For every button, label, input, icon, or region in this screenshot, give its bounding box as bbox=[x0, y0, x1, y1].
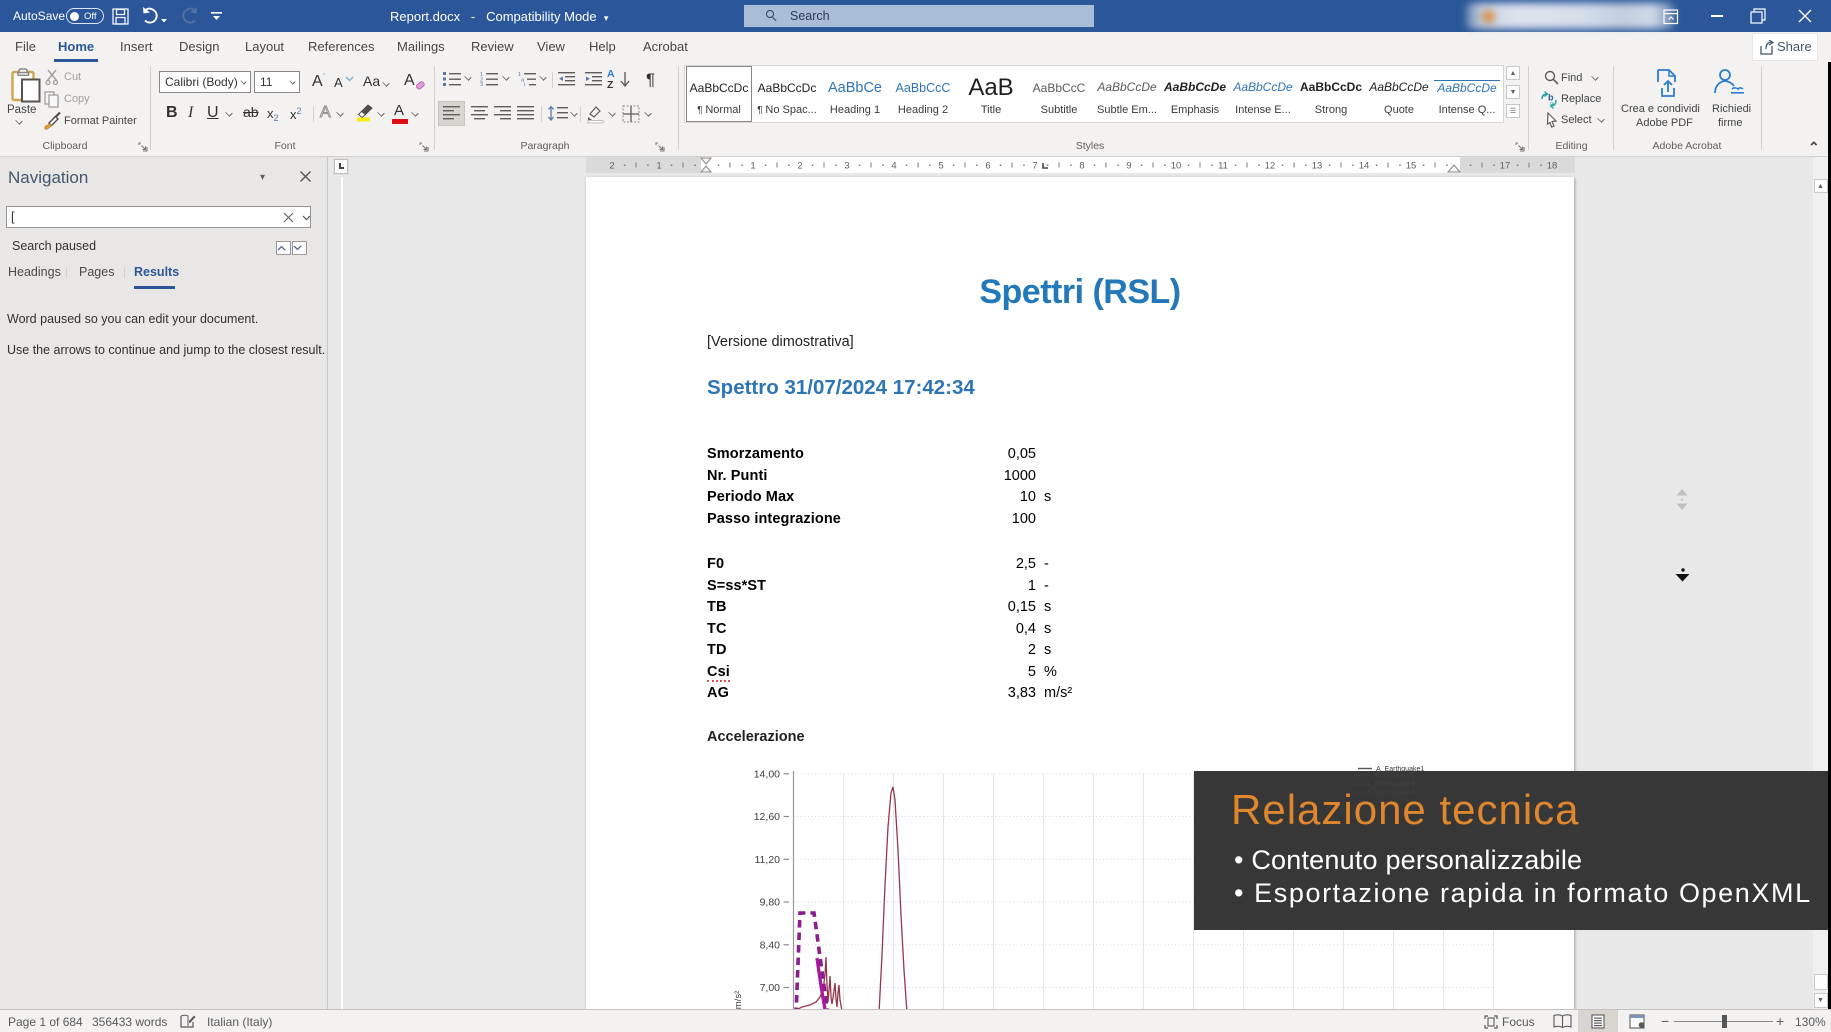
svg-text:18: 18 bbox=[1547, 161, 1558, 172]
svg-text:i: i bbox=[524, 82, 525, 86]
svg-text:17: 17 bbox=[1500, 161, 1511, 172]
svg-text:4: 4 bbox=[891, 161, 896, 172]
svg-text:10: 10 bbox=[1171, 161, 1182, 172]
svg-text:8,40: 8,40 bbox=[760, 939, 781, 951]
svg-text:15: 15 bbox=[1406, 161, 1417, 172]
svg-text:13: 13 bbox=[1312, 161, 1323, 172]
svg-text:5: 5 bbox=[938, 161, 943, 172]
svg-text:7: 7 bbox=[1032, 161, 1037, 172]
svg-text:3: 3 bbox=[844, 161, 849, 172]
svg-text:12,60: 12,60 bbox=[754, 811, 780, 823]
svg-text:c: c bbox=[1550, 99, 1555, 109]
svg-text:14,00: 14,00 bbox=[754, 768, 780, 780]
svg-text:14: 14 bbox=[1359, 161, 1370, 172]
svg-text:7,00: 7,00 bbox=[760, 982, 781, 994]
svg-text:9,80: 9,80 bbox=[760, 897, 781, 909]
svg-text:11,20: 11,20 bbox=[755, 854, 781, 866]
svg-text:12: 12 bbox=[1265, 161, 1276, 172]
svg-text:1: 1 bbox=[656, 161, 661, 172]
svg-text:1: 1 bbox=[750, 161, 755, 172]
svg-text:9: 9 bbox=[1126, 161, 1131, 172]
svg-text:3: 3 bbox=[480, 82, 483, 86]
svg-text:2: 2 bbox=[797, 161, 802, 172]
svg-text:8: 8 bbox=[1079, 161, 1084, 172]
svg-text:11: 11 bbox=[1218, 161, 1228, 172]
svg-text:m/s²: m/s² bbox=[733, 991, 744, 1009]
svg-text:6: 6 bbox=[985, 161, 990, 172]
svg-text:2: 2 bbox=[609, 161, 614, 172]
